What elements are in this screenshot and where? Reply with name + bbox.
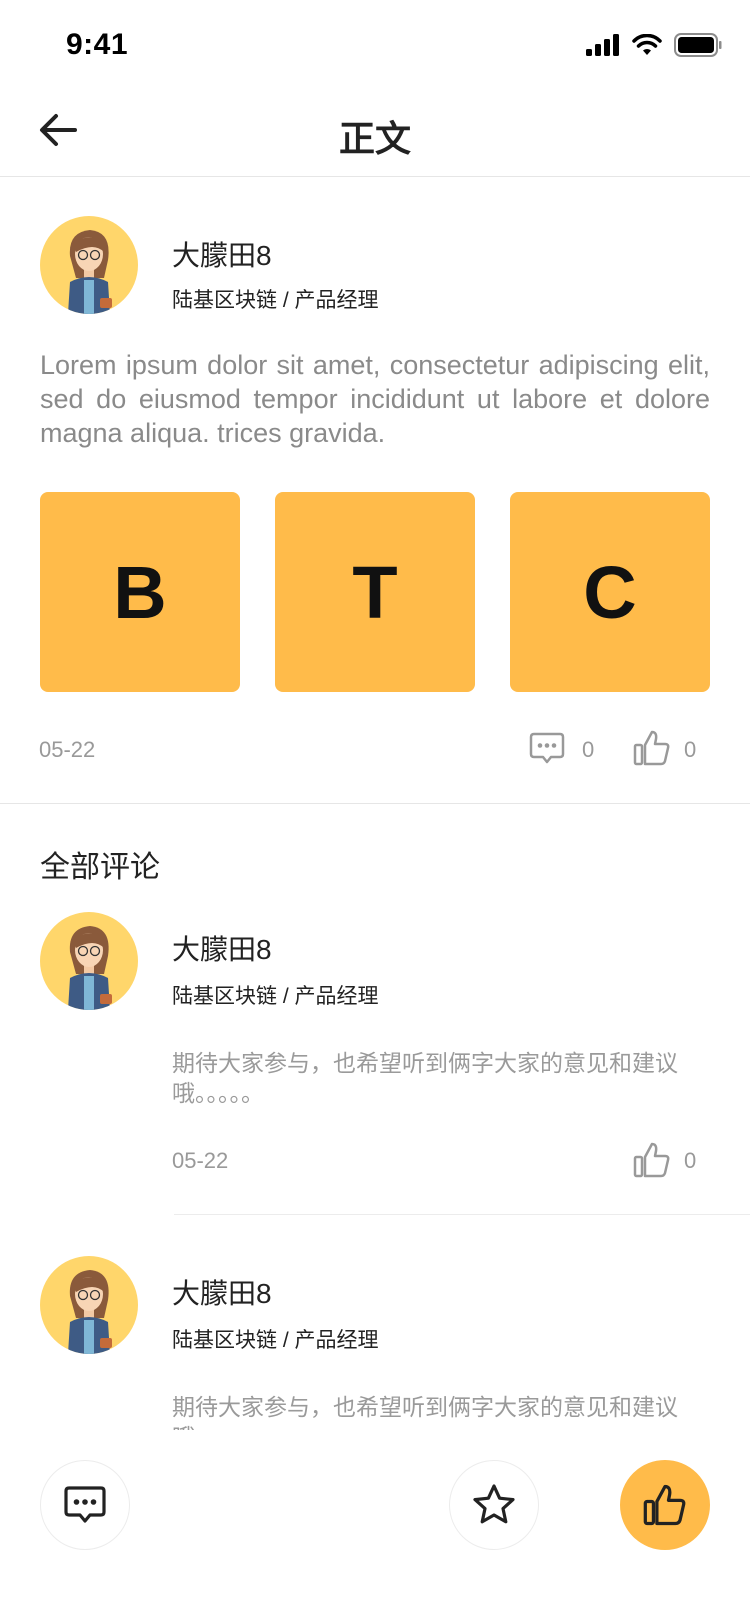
status-icons [586,32,722,58]
image-tile-b[interactable]: B [40,492,240,692]
image-tile-c[interactable]: C [510,492,710,692]
favorite-button[interactable] [449,1460,539,1550]
back-button[interactable] [36,108,80,152]
comment-author-role: 陆基区块链 / 产品经理 [172,985,379,1008]
post-date: 05-22 [39,737,96,762]
back-arrow-icon [40,114,77,146]
avatar[interactable] [40,216,138,314]
section-divider [0,803,750,804]
post-text: Lorem ipsum dolor sit amet, consectetur … [40,350,710,448]
comment-text: 期待大家参与，也希望听到俩字大家的意见和建议哦。。。。。 [172,1050,678,1106]
comment-author-name: 大朦田8 [172,1278,272,1309]
comment-avatar[interactable] [40,1256,138,1354]
thumbs-up-icon [633,1142,670,1178]
page-title: 正文 [338,118,411,159]
comment-action-button[interactable] [40,1460,130,1550]
thumbs-up-icon [633,730,670,766]
author-role: 陆基区块链 / 产品经理 [172,289,379,312]
comment-count: 0 [582,737,595,762]
status-time: 9:41 [66,28,129,61]
thumbs-up-icon [643,1484,686,1526]
comments-title: 全部评论 [40,851,160,884]
like-count: 0 [684,737,697,762]
comment-author-role: 陆基区块链 / 产品经理 [172,1329,379,1352]
image-tile-t[interactable]: T [275,492,475,692]
like-button[interactable] [632,728,672,768]
wifi-icon [632,34,662,55]
comment-avatar[interactable] [40,912,138,1010]
comment-like-count: 0 [684,1148,697,1173]
author-name: 大朦田8 [172,240,272,271]
comment-divider [174,1214,750,1215]
comment-button[interactable] [528,729,566,767]
signal-icon [586,34,619,56]
star-icon [473,1484,515,1524]
comment-author-name: 大朦田8 [172,934,272,965]
battery-icon [674,33,722,57]
comment-like-button[interactable] [632,1140,672,1180]
comment-icon [64,1486,106,1523]
like-action-button[interactable] [620,1460,710,1550]
comment-date: 05-22 [172,1148,229,1173]
nav-divider [0,176,750,177]
comment-icon [529,732,565,764]
